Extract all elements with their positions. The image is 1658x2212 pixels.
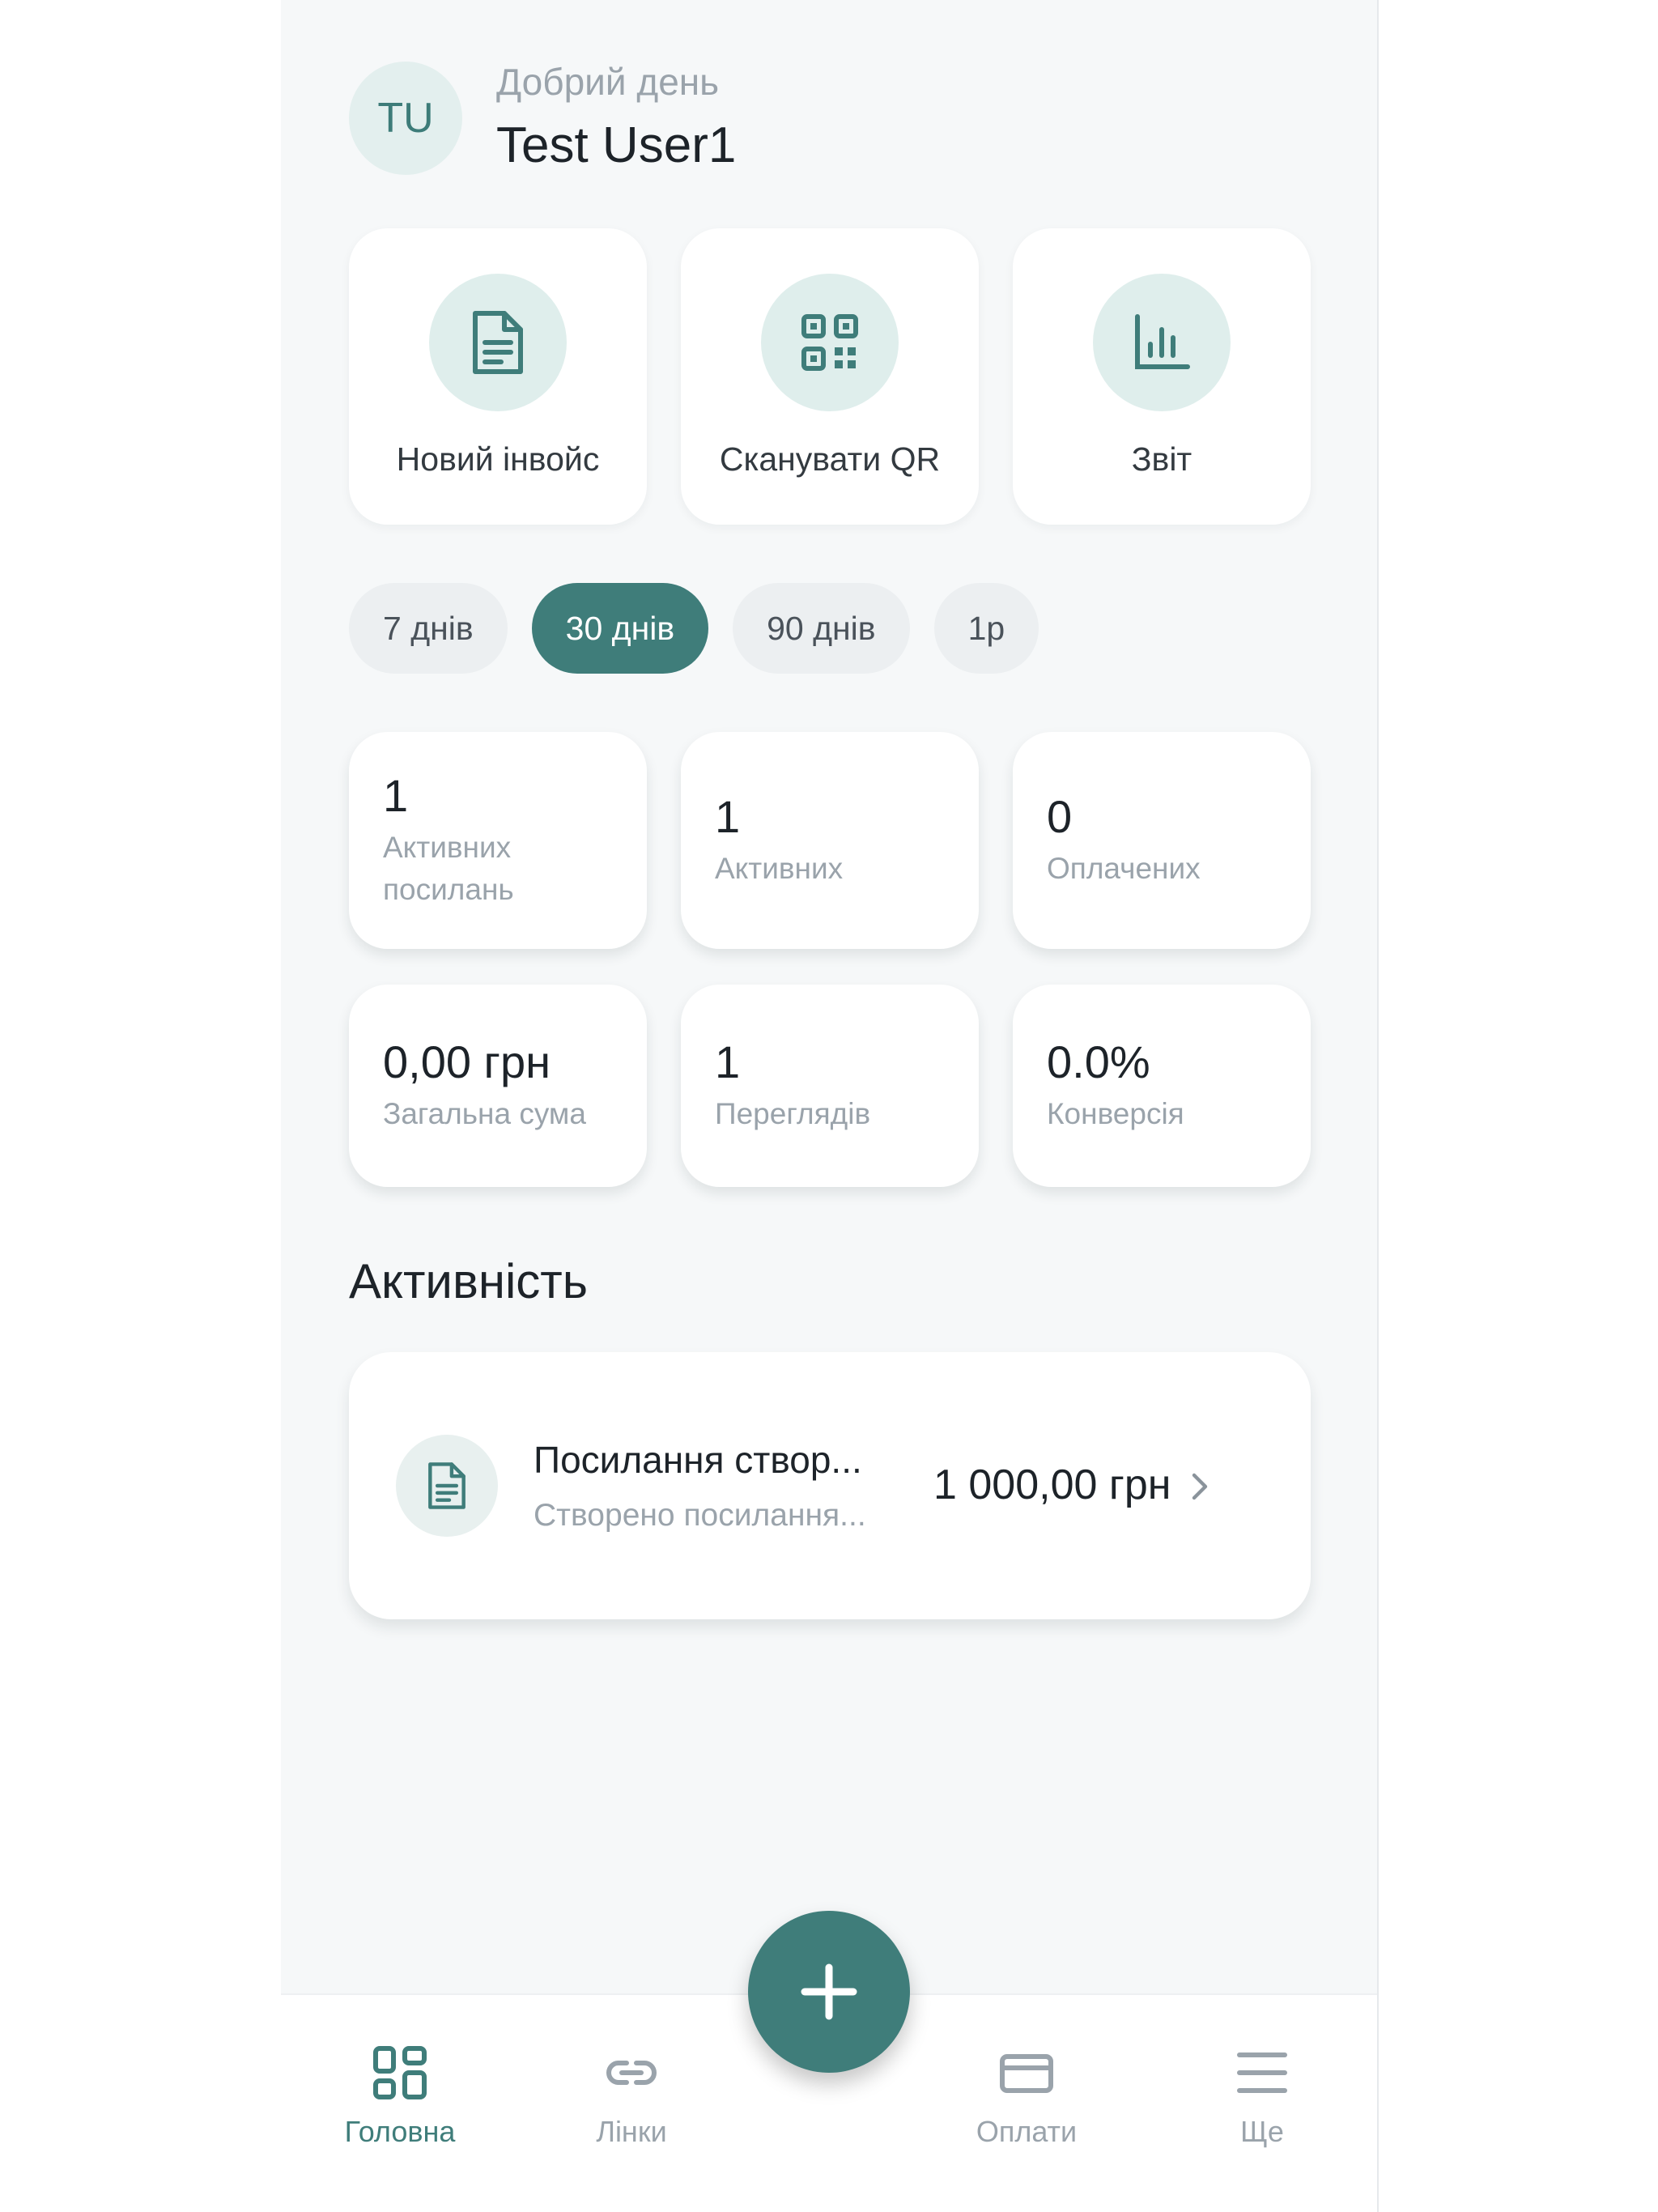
stat-label: Активних bbox=[715, 852, 844, 886]
grid-icon bbox=[373, 2046, 427, 2099]
stat-card-total-amount: 0,00 грн Загальна сума bbox=[349, 985, 647, 1187]
avatar[interactable]: TU bbox=[349, 62, 462, 175]
stat-value: 1 bbox=[383, 770, 409, 821]
link-icon bbox=[606, 2061, 657, 2085]
period-1-year[interactable]: 1р bbox=[933, 583, 1039, 674]
stat-label: Переглядів bbox=[715, 1097, 871, 1131]
menu-icon bbox=[1237, 2052, 1287, 2093]
report-label: Звіт bbox=[1131, 440, 1192, 478]
activity-item-subtitle: Створено посилання... bbox=[534, 1498, 866, 1533]
app-screen: TU Добрий день Test User1 Новий інвойс С… bbox=[281, 0, 1379, 2212]
period-90-days[interactable]: 90 днів bbox=[733, 583, 910, 674]
chevron-right-icon bbox=[1188, 1470, 1212, 1507]
activity-item-title: Посилання створ... bbox=[534, 1439, 862, 1481]
stats-grid: 1 Активних посилань 1 Активних 0 Оплачен… bbox=[349, 732, 1311, 1187]
activity-item-amount: 1 000,00 грн bbox=[933, 1461, 1171, 1508]
activity-item[interactable]: Посилання створ... Створено посилання...… bbox=[349, 1352, 1311, 1619]
user-name: Test User1 bbox=[496, 117, 737, 173]
quick-actions: Новий інвойс Сканувати QR Звіт bbox=[349, 228, 1311, 525]
nav-home[interactable]: Головна bbox=[319, 2044, 481, 2149]
nav-home-label: Головна bbox=[344, 2115, 456, 2148]
nav-more-label: Ще bbox=[1240, 2115, 1284, 2148]
document-icon bbox=[429, 274, 567, 411]
stat-card-conversion: 0.0% Конверсія bbox=[1013, 985, 1311, 1187]
activity-title: Активність bbox=[349, 1254, 589, 1308]
stat-card-views: 1 Переглядів bbox=[681, 985, 979, 1187]
scan-qr-label: Сканувати QR bbox=[719, 440, 941, 478]
qr-code-icon bbox=[761, 274, 899, 411]
period-30-days[interactable]: 30 днів bbox=[531, 583, 709, 674]
nav-payments[interactable]: Оплати bbox=[946, 2044, 1107, 2149]
card-icon bbox=[1000, 2054, 1053, 2093]
report-button[interactable]: Звіт bbox=[1013, 228, 1311, 525]
nav-payments-label: Оплати bbox=[976, 2115, 1078, 2148]
period-selector: 7 днів 30 днів 90 днів 1р bbox=[349, 583, 1039, 674]
bar-chart-icon bbox=[1093, 274, 1231, 411]
plus-icon bbox=[801, 1963, 857, 2020]
stat-value: 1 bbox=[715, 1036, 741, 1087]
stat-label: Активних посилань bbox=[383, 831, 514, 907]
period-7-days[interactable]: 7 днів bbox=[349, 583, 508, 674]
stat-value: 0 bbox=[1047, 790, 1073, 842]
stat-card-active-links: 1 Активних посилань bbox=[349, 732, 647, 949]
stat-label: Оплачених bbox=[1047, 852, 1201, 886]
screen: TU Добрий день Test User1 Новий інвойс С… bbox=[0, 0, 1658, 2212]
stat-card-active: 1 Активних bbox=[681, 732, 979, 949]
stat-card-paid: 0 Оплачених bbox=[1013, 732, 1311, 949]
stat-value: 0,00 грн bbox=[383, 1036, 551, 1087]
stat-label: Загальна сума bbox=[383, 1097, 586, 1131]
avatar-initials: TU bbox=[377, 95, 434, 142]
nav-links[interactable]: Лінки bbox=[551, 2044, 712, 2149]
greeting-text: Добрий день bbox=[496, 61, 720, 103]
nav-links-label: Лінки bbox=[596, 2115, 667, 2148]
stat-value: 0.0% bbox=[1047, 1036, 1150, 1087]
document-icon bbox=[396, 1435, 498, 1537]
stat-label: Конверсія bbox=[1047, 1097, 1184, 1131]
stat-value: 1 bbox=[715, 790, 741, 842]
new-invoice-button[interactable]: Новий інвойс bbox=[349, 228, 647, 525]
new-invoice-label: Новий інвойс bbox=[396, 440, 600, 478]
add-button[interactable] bbox=[748, 1911, 910, 2073]
scan-qr-button[interactable]: Сканувати QR bbox=[681, 228, 979, 525]
nav-more[interactable]: Ще bbox=[1181, 2044, 1343, 2149]
